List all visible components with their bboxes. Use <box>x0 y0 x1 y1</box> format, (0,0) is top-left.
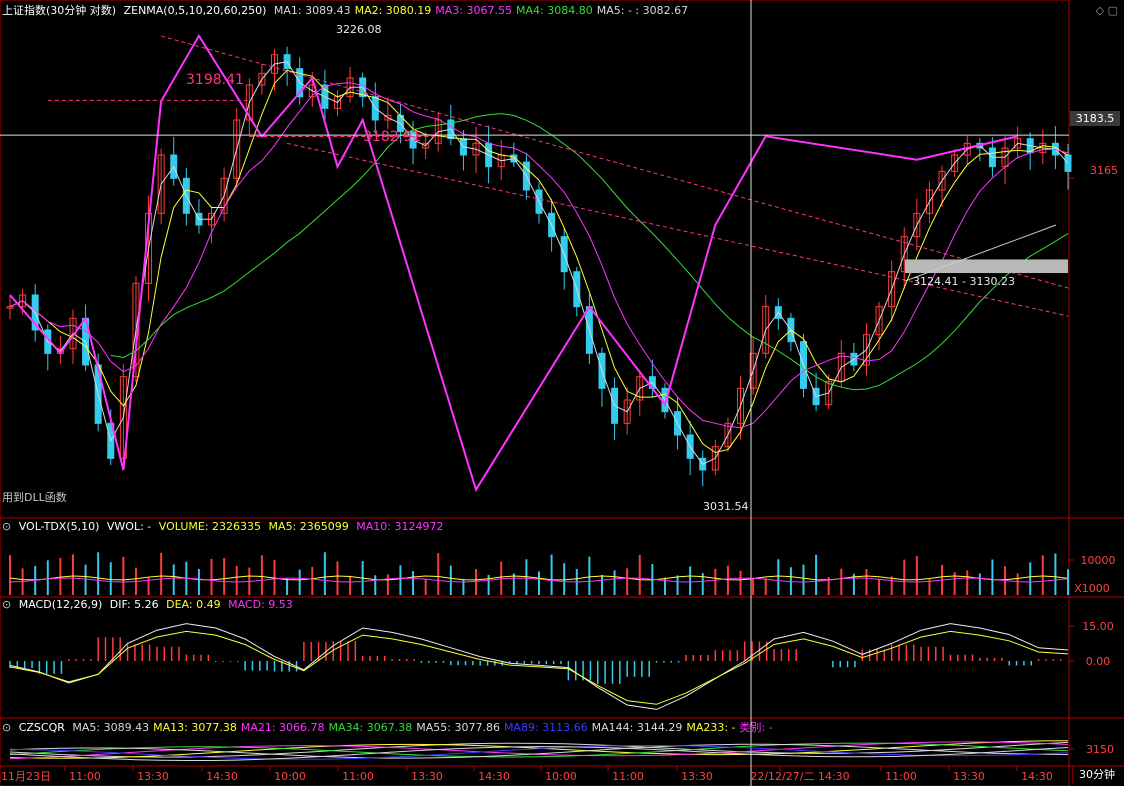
time-axis-label: 14:30 <box>478 770 510 783</box>
macd-dea-line <box>9 630 1069 705</box>
volume-ma5: MA5: 2365099 <box>268 520 349 533</box>
trend-line-upper <box>161 35 1069 289</box>
time-axis-label: 10:00 <box>274 770 306 783</box>
gap-zone-box <box>905 259 1068 274</box>
time-axis-label: 11:00 <box>342 770 374 783</box>
crosshair-price-label: 3183.5 <box>1070 111 1120 126</box>
volume-unit-label: X1000 <box>1074 582 1110 595</box>
dll-note: 用到DLL函数 <box>2 491 67 504</box>
collapse-icon[interactable]: ⊙ <box>2 721 11 734</box>
panel-window-icons[interactable]: ◇ ▢ <box>1096 4 1118 17</box>
ma-item-label: MA5: - : 3082.67 <box>596 4 689 17</box>
vwol-value: VWOL: - <box>106 520 152 533</box>
period-selector[interactable]: 30分钟 <box>1072 766 1121 784</box>
macd-panel-header: ⊙ MACD(12,26,9) DIF: 5.26 DEA: 0.49 MACD… <box>2 598 297 612</box>
ma-item-label: MA2: 3080.19 <box>354 4 432 17</box>
macd-tick-label: 0.00 <box>1086 655 1111 668</box>
price-chart-canvas[interactable]: 3165 10000 X1000 15.00 0.00 3150 3226.08 3198.4… <box>0 0 1124 786</box>
ma-item-label: MA3: 3067.55 <box>435 4 513 17</box>
volume-ma10: MA10: 3124972 <box>356 520 444 533</box>
indicator-name[interactable]: ZENMA(0,5,10,20,60,250) <box>124 4 267 17</box>
czs-item-label: MA144: 3144.29 <box>591 721 683 734</box>
volume-indicator-title[interactable]: VOL-TDX(5,10) <box>19 520 100 533</box>
volume-value: VOLUME: 2326335 <box>158 520 262 533</box>
ma-item-label: MA1: 3089.43 <box>273 4 351 17</box>
period-note: (30分钟 对数) <box>46 4 117 17</box>
zigzag-stroke <box>9 33 1018 493</box>
volume-tick-label: 10000 <box>1081 554 1116 567</box>
czs-item-label: MA55: 3077.86 <box>416 721 500 734</box>
czs-item-label: MA21: 3066.78 <box>240 721 325 734</box>
time-axis-label: 14:30 <box>206 770 238 783</box>
czs-item-label: MA13: 3077.38 <box>153 721 237 734</box>
czs-tick-label: 3150 <box>1086 743 1114 756</box>
time-axis-label: 22/12/27/二 14:30 <box>750 770 849 783</box>
czs-item-label: MA233: - <box>686 721 736 734</box>
czs-item-label: MA5: 3089.43 <box>72 721 150 734</box>
time-axis-label: 13:30 <box>953 770 985 783</box>
time-axis-label: 13:30 <box>411 770 443 783</box>
time-axis-label: 11月23日 <box>1 770 51 783</box>
macd-dif: DIF: 5.26 <box>109 598 159 611</box>
high-label: 3226.08 <box>336 23 382 36</box>
price-tick-label: 3165 <box>1090 164 1118 177</box>
volume-panel-header: ⊙ VOL-TDX(5,10) VWOL: - VOLUME: 2326335 … <box>2 520 447 534</box>
czs-item-label: MA89: 3113.66 <box>503 721 588 734</box>
czs-item-label: 类别: - <box>739 721 773 734</box>
collapse-icon[interactable]: ⊙ <box>2 520 11 533</box>
ma3-line <box>9 82 1069 429</box>
level-label: 3182.91 <box>363 129 421 145</box>
time-axis-label: 10:00 <box>545 770 577 783</box>
ma-item-label: MA4: 3084.80 <box>516 4 593 17</box>
macd-tick-label: 15.00 <box>1082 620 1114 633</box>
index-name: 上证指数 <box>2 4 46 17</box>
macd-indicator-title[interactable]: MACD(12,26,9) <box>19 598 103 611</box>
collapse-icon[interactable]: ⊙ <box>2 598 11 611</box>
main-panel-header: 上证指数(30分钟 对数) ZENMA(0,5,10,20,60,250) MA… <box>2 4 696 18</box>
macd-dea: DEA: 0.49 <box>166 598 221 611</box>
time-axis-label: 13:30 <box>681 770 713 783</box>
time-axis-label: 11:00 <box>885 770 917 783</box>
time-axis-label: 11:00 <box>612 770 644 783</box>
gap-zone-label: 3124.41 - 3130.23 <box>913 275 1015 288</box>
time-axis-label: 13:30 <box>137 770 169 783</box>
level-label: 3198.41 <box>186 72 244 88</box>
macd-value: MACD: 9.53 <box>228 598 293 611</box>
time-axis-label: 11:00 <box>69 770 101 783</box>
czs-indicator-title[interactable]: CZSCQR <box>19 721 65 734</box>
czs-panel-header: ⊙ CZSCQR MA5: 3089.43 MA13: 3077.38 MA21: … <box>2 721 781 735</box>
chart-workspace[interactable]: 3165 10000 X1000 15.00 0.00 3150 3226.08 3198.4… <box>0 0 1124 786</box>
time-axis-label: 14:30 <box>1021 770 1053 783</box>
low-label: 3031.54 <box>703 500 749 513</box>
czs-item-label: MA34: 3067.38 <box>328 721 413 734</box>
